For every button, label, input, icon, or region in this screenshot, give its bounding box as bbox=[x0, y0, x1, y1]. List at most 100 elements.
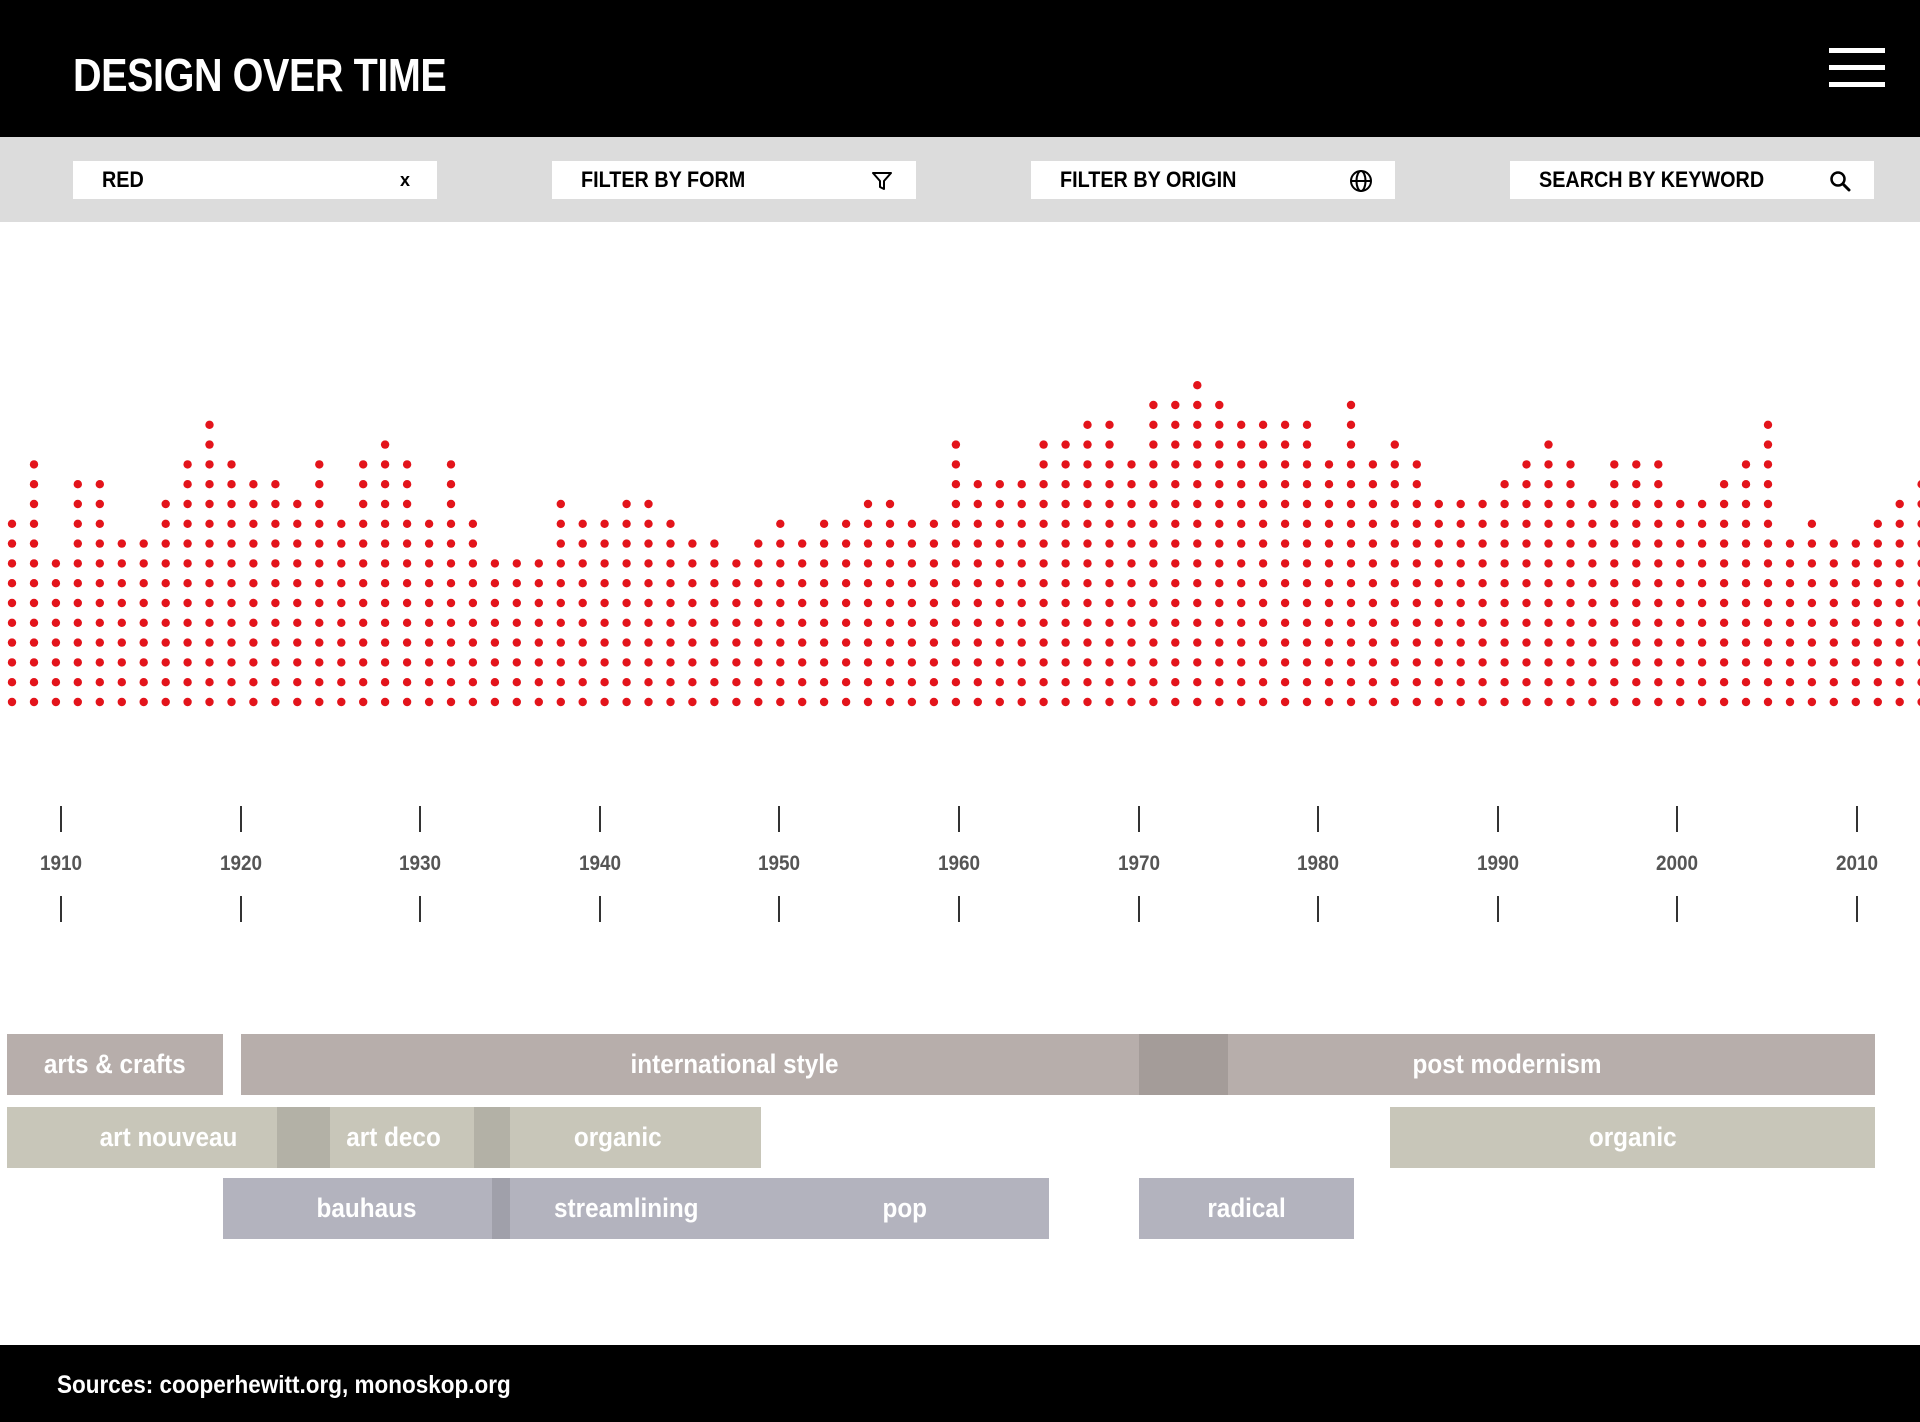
dot-column[interactable] bbox=[1544, 440, 1553, 707]
dot-column[interactable] bbox=[446, 460, 456, 707]
dot-column[interactable] bbox=[819, 519, 829, 707]
hamburger-menu-icon[interactable] bbox=[1829, 48, 1885, 88]
dot-column[interactable] bbox=[271, 480, 280, 707]
dot-column[interactable] bbox=[841, 519, 851, 707]
dot-column[interactable] bbox=[402, 460, 412, 707]
dot-column[interactable] bbox=[1610, 460, 1619, 707]
dot-column[interactable] bbox=[29, 460, 39, 707]
dot-column[interactable] bbox=[1654, 460, 1663, 707]
dot-column[interactable] bbox=[863, 499, 873, 707]
dot-column[interactable] bbox=[95, 480, 105, 707]
period-band[interactable]: streamlining bbox=[492, 1178, 762, 1239]
dot-column[interactable] bbox=[754, 539, 763, 707]
search-by-keyword-input[interactable]: SEARCH BY KEYWORD bbox=[1510, 161, 1874, 199]
dot-column[interactable] bbox=[1829, 539, 1839, 707]
dot-column[interactable] bbox=[139, 539, 148, 707]
dot-column[interactable] bbox=[161, 499, 170, 707]
search-icon[interactable] bbox=[1828, 169, 1852, 193]
filter-by-form-dropdown[interactable]: FILTER BY FORM bbox=[552, 161, 916, 199]
dot-column[interactable] bbox=[1390, 440, 1400, 707]
dot-column[interactable] bbox=[1258, 420, 1268, 707]
dot-column[interactable] bbox=[1061, 440, 1070, 707]
dot-column[interactable] bbox=[776, 519, 785, 707]
period-band[interactable]: post modernism bbox=[1138, 1034, 1875, 1095]
dot-column[interactable] bbox=[1807, 519, 1817, 707]
dot-column[interactable] bbox=[1105, 420, 1114, 707]
dot-column[interactable] bbox=[1500, 480, 1509, 707]
color-filter-chip[interactable]: RED x bbox=[73, 161, 437, 199]
dot-column[interactable] bbox=[1324, 460, 1334, 707]
dot-column[interactable] bbox=[798, 539, 807, 707]
dot-column[interactable] bbox=[534, 559, 543, 707]
dot-column[interactable] bbox=[1434, 499, 1444, 707]
dot-column[interactable] bbox=[315, 460, 324, 707]
dot-column[interactable] bbox=[1873, 519, 1883, 707]
dot-column[interactable] bbox=[1193, 381, 1202, 707]
dot-column[interactable] bbox=[1478, 499, 1487, 707]
dot-column[interactable] bbox=[1280, 420, 1290, 707]
dot-column[interactable] bbox=[732, 559, 741, 707]
dot-column[interactable] bbox=[995, 480, 1004, 707]
dot-column[interactable] bbox=[1456, 499, 1465, 707]
dot-column[interactable] bbox=[1346, 400, 1356, 707]
period-band[interactable]: arts & crafts bbox=[7, 1034, 223, 1095]
dot-column[interactable] bbox=[578, 519, 587, 707]
dot-column[interactable] bbox=[359, 460, 368, 707]
dot-column[interactable] bbox=[1039, 440, 1048, 707]
dot-column[interactable] bbox=[1237, 420, 1246, 707]
dot-column[interactable] bbox=[1851, 539, 1861, 707]
filter-by-origin-dropdown[interactable]: FILTER BY ORIGIN bbox=[1031, 161, 1395, 199]
dot-column[interactable] bbox=[293, 499, 302, 707]
dot-column[interactable] bbox=[490, 559, 500, 707]
dot-column[interactable] bbox=[688, 539, 697, 707]
dot-column[interactable] bbox=[337, 519, 346, 707]
dot-column[interactable] bbox=[951, 440, 961, 707]
dot-column[interactable] bbox=[424, 519, 434, 707]
dot-column[interactable] bbox=[1741, 460, 1751, 707]
dot-column[interactable] bbox=[1302, 420, 1312, 707]
dot-column[interactable] bbox=[1697, 499, 1707, 707]
dot-column[interactable] bbox=[1522, 460, 1531, 707]
dot-column[interactable] bbox=[1785, 539, 1795, 707]
dot-column[interactable] bbox=[183, 460, 192, 707]
dot-column[interactable] bbox=[227, 460, 236, 707]
dot-column[interactable] bbox=[600, 519, 609, 707]
period-band[interactable]: radical bbox=[1138, 1178, 1355, 1239]
dot-column[interactable] bbox=[1632, 460, 1641, 707]
dot-column[interactable] bbox=[1588, 499, 1597, 707]
dot-column[interactable] bbox=[1368, 460, 1378, 707]
dot-column[interactable] bbox=[907, 519, 917, 707]
period-band[interactable]: organic bbox=[474, 1107, 762, 1168]
dot-column[interactable] bbox=[117, 539, 127, 707]
dot-column[interactable] bbox=[205, 420, 214, 707]
dot-column[interactable] bbox=[73, 480, 83, 707]
dot-column[interactable] bbox=[973, 480, 982, 707]
period-band[interactable]: bauhaus bbox=[222, 1178, 510, 1239]
dot-column[interactable] bbox=[1895, 499, 1904, 707]
period-band[interactable]: organic bbox=[1390, 1107, 1875, 1168]
dot-column[interactable] bbox=[622, 499, 631, 707]
period-band[interactable]: international style bbox=[240, 1034, 1229, 1095]
dot-column[interactable] bbox=[1215, 400, 1224, 707]
clear-filter-icon[interactable]: x bbox=[393, 168, 417, 192]
dot-column[interactable] bbox=[249, 480, 258, 707]
dot-column[interactable] bbox=[468, 519, 478, 707]
dot-column[interactable] bbox=[929, 519, 939, 707]
dot-column[interactable] bbox=[1083, 420, 1092, 707]
dot-column[interactable] bbox=[644, 499, 653, 707]
dot-column[interactable] bbox=[885, 499, 895, 707]
dot-column[interactable] bbox=[556, 499, 565, 707]
dot-column[interactable] bbox=[7, 519, 17, 707]
dot-column[interactable] bbox=[1676, 499, 1685, 707]
period-band[interactable]: pop bbox=[761, 1178, 1049, 1239]
dot-column[interactable] bbox=[1566, 460, 1575, 707]
dot-column[interactable] bbox=[51, 559, 61, 707]
dot-column[interactable] bbox=[1412, 460, 1422, 707]
dot-column[interactable] bbox=[666, 519, 675, 707]
dot-column[interactable] bbox=[1719, 480, 1729, 707]
dot-column[interactable] bbox=[1017, 480, 1026, 707]
dot-column[interactable] bbox=[1127, 460, 1136, 707]
dot-column[interactable] bbox=[1763, 420, 1773, 707]
dot-column[interactable] bbox=[1171, 400, 1180, 707]
dot-column[interactable] bbox=[710, 539, 719, 707]
